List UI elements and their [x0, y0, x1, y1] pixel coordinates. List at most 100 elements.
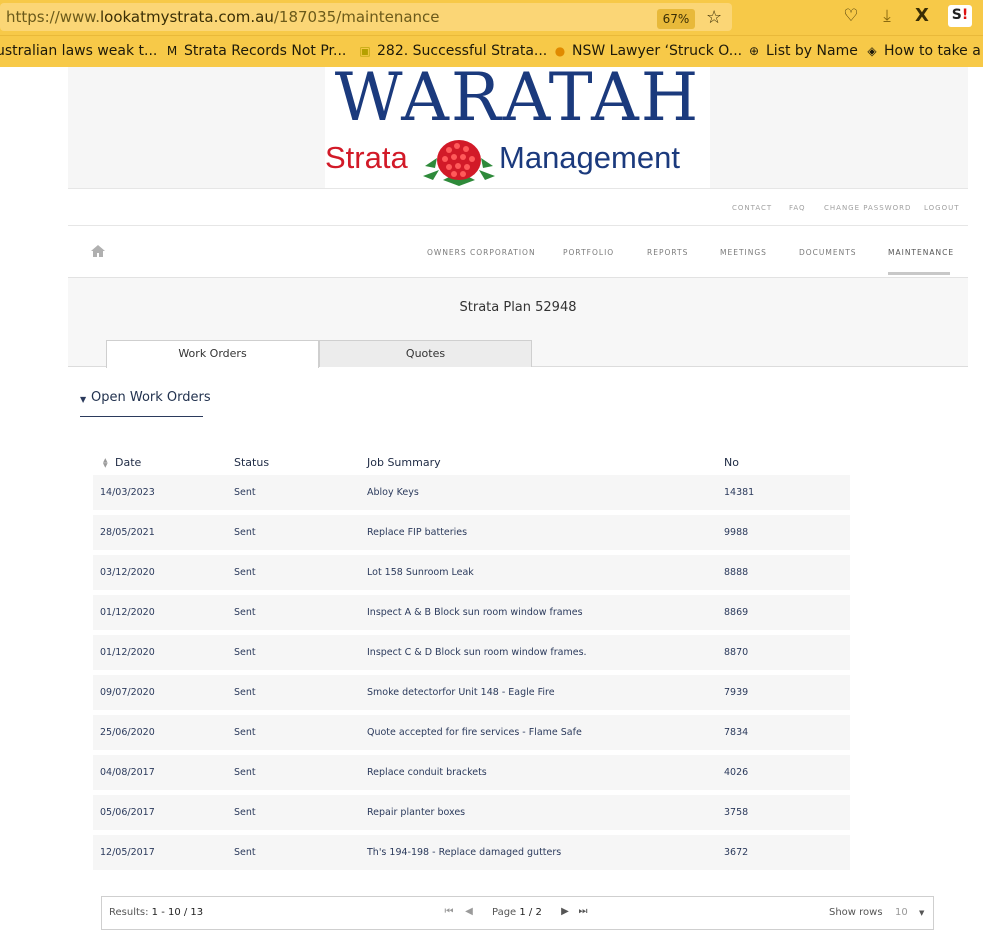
next-page-icon[interactable]: ▶ [558, 906, 572, 917]
faq-link[interactable]: FAQ [789, 204, 806, 212]
table-row[interactable]: 03/12/2020 Sent Lot 158 Sunroom Leak 888… [93, 555, 850, 590]
cell-status: Sent [234, 727, 256, 738]
waratah-flower-icon [423, 140, 495, 186]
nav-meetings[interactable]: MEETINGS [720, 248, 767, 257]
cell-date: 12/05/2017 [100, 847, 155, 858]
cell-date: 01/12/2020 [100, 647, 155, 658]
bookmark-item[interactable]: ▣ 282. Successful Strata... [357, 43, 547, 59]
nav-maintenance[interactable]: MAINTENANCE [888, 248, 954, 257]
cell-summary: Repair planter boxes [367, 807, 466, 818]
browser-toolbar: https://www.lookatmystrata.com.au/187035… [0, 0, 983, 35]
table-row[interactable]: 12/05/2017 Sent Th's 194-198 - Replace d… [93, 835, 850, 870]
chevron-down-icon[interactable]: ▼ [919, 909, 924, 917]
bookmarks-bar: ustralian laws weak t... M Strata Records… [0, 35, 983, 67]
cell-no: 14381 [724, 487, 755, 498]
logo-title: WARATAH [334, 67, 701, 136]
logo-management-word: Management [499, 140, 680, 175]
cell-no: 4026 [724, 767, 749, 778]
url-text[interactable]: https://www.lookatmystrata.com.au/187035… [6, 8, 440, 26]
cell-status: Sent [234, 607, 256, 618]
column-header-status[interactable]: Status [234, 456, 269, 469]
cell-summary: Replace conduit brackets [367, 767, 487, 778]
bookmark-item[interactable]: ⊕ List by Name [746, 43, 858, 59]
extension-icon[interactable]: S! [948, 5, 972, 27]
column-header-date[interactable]: Date [115, 456, 141, 469]
star-icon[interactable]: ☆ [706, 8, 722, 28]
cell-summary: Replace FIP batteries [367, 527, 468, 538]
caret-down-icon: ▼ [80, 395, 87, 404]
cell-status: Sent [234, 647, 256, 658]
download-icon[interactable]: ⤓ [876, 6, 898, 26]
tab-quotes[interactable]: Quotes [319, 340, 532, 367]
change-password-link[interactable]: CHANGE PASSWORD [824, 204, 911, 212]
cell-summary: Inspect C & D Block sun room window fram… [367, 647, 587, 658]
table-row[interactable]: 14/03/2023 Sent Abloy Keys 14381 [93, 475, 850, 510]
column-header-job-summary[interactable]: Job Summary [367, 456, 441, 469]
cell-summary: Smoke detectorfor Unit 148 - Eagle Fire [367, 687, 555, 698]
cell-date: 01/12/2020 [100, 607, 155, 618]
cell-summary: Lot 158 Sunroom Leak [367, 567, 474, 578]
last-page-icon[interactable]: ⏭ [576, 906, 590, 917]
contact-link[interactable]: CONTACT [732, 204, 772, 212]
cell-status: Sent [234, 807, 256, 818]
table-row[interactable]: 28/05/2021 Sent Replace FIP batteries 99… [93, 515, 850, 550]
cell-no: 3758 [724, 807, 749, 818]
site-logo[interactable]: WARATAH Strata Management [325, 67, 710, 188]
cell-status: Sent [234, 527, 256, 538]
bookmark-item[interactable]: M Strata Records Not Pr... [164, 43, 347, 59]
cell-no: 8869 [724, 607, 749, 618]
show-rows-label: Show rows [829, 907, 883, 918]
main-nav: OWNERS CORPORATION PORTFOLIO REPORTS MEE… [68, 226, 968, 278]
cell-no: 8870 [724, 647, 749, 658]
table-row[interactable]: 25/06/2020 Sent Quote accepted for fire … [93, 715, 850, 750]
home-icon[interactable] [90, 243, 106, 259]
sort-icon[interactable]: ▲ ▼ [103, 458, 108, 469]
page-title: Strata Plan 52948 [459, 300, 577, 315]
gmail-icon: M [166, 44, 178, 58]
cell-no: 8888 [724, 567, 749, 578]
section-title: Open Work Orders [91, 390, 211, 405]
bookmark-item[interactable]: ◈ How to take a s [864, 43, 983, 59]
table-row[interactable]: 01/12/2020 Sent Inspect C & D Block sun … [93, 635, 850, 670]
page-indicator: Page 1 / 2 [492, 907, 542, 918]
bookmark-item[interactable]: ● NSW Lawyer ‘Struck O... [552, 43, 742, 59]
cell-summary: Quote accepted for fire services - Flame… [367, 727, 582, 738]
x-icon[interactable]: X [911, 6, 933, 26]
cell-summary: Th's 194-198 - Replace damaged gutters [367, 847, 562, 858]
column-header-no[interactable]: No [724, 456, 739, 469]
page-margin [0, 67, 68, 947]
table-row[interactable]: 04/08/2017 Sent Replace conduit brackets… [93, 755, 850, 790]
site-icon: ◈ [867, 44, 877, 58]
nav-reports[interactable]: REPORTS [647, 248, 688, 257]
table-row[interactable]: 01/12/2020 Sent Inspect A & B Block sun … [93, 595, 850, 630]
site-icon: ● [554, 44, 566, 58]
nav-owners-corporation[interactable]: OWNERS CORPORATION [427, 248, 536, 257]
url-bar[interactable]: https://www.lookatmystrata.com.au/187035… [0, 3, 732, 31]
bookmark-item[interactable]: ustralian laws weak t... [0, 43, 157, 59]
cell-status: Sent [234, 687, 256, 698]
logout-link[interactable]: LOGOUT [924, 204, 960, 212]
cell-date: 25/06/2020 [100, 727, 155, 738]
pagination-bar: Results: 1 - 10 / 13 ⏮ ◀ Page 1 / 2 ▶ ⏭ … [101, 896, 934, 930]
results-count: Results: 1 - 10 / 13 [109, 907, 204, 918]
open-work-orders-toggle[interactable]: ▼ Open Work Orders [80, 388, 211, 417]
table-row[interactable]: 05/06/2017 Sent Repair planter boxes 375… [93, 795, 850, 830]
prev-page-icon[interactable]: ◀ [462, 906, 476, 917]
nav-portfolio[interactable]: PORTFOLIO [563, 248, 614, 257]
first-page-icon[interactable]: ⏮ [442, 906, 456, 917]
zoom-level-badge[interactable]: 67% [657, 9, 695, 29]
cell-date: 14/03/2023 [100, 487, 155, 498]
cell-status: Sent [234, 767, 256, 778]
cell-status: Sent [234, 847, 256, 858]
cell-no: 9988 [724, 527, 749, 538]
nav-documents[interactable]: DOCUMENTS [799, 248, 857, 257]
table-row[interactable]: 09/07/2020 Sent Smoke detectorfor Unit 1… [93, 675, 850, 710]
nav-active-indicator [888, 272, 950, 275]
tab-work-orders[interactable]: Work Orders [106, 340, 319, 368]
globe-icon: ⊕ [748, 44, 760, 58]
work-orders-table: ▲ ▼ Date Status Job Summary No 14/03/2023… [93, 446, 850, 875]
cell-date: 04/08/2017 [100, 767, 155, 778]
table-header: ▲ ▼ Date Status Job Summary No [93, 446, 850, 475]
pocket-icon[interactable]: ♡ [840, 6, 862, 26]
cell-date: 09/07/2020 [100, 687, 155, 698]
